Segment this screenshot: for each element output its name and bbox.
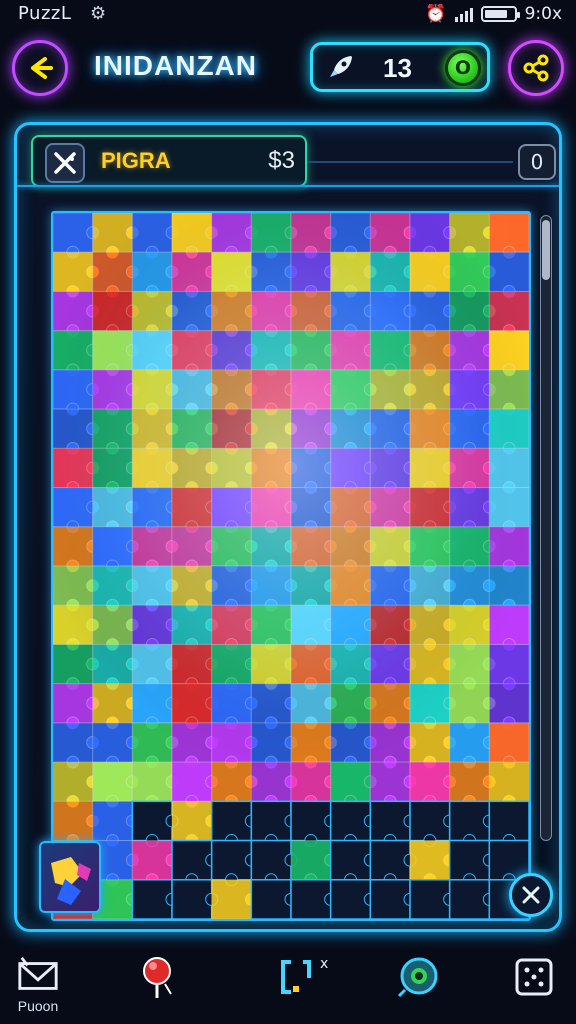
nav-hint-glyph: x: [320, 956, 329, 972]
panel-divider: [17, 185, 559, 187]
puzzle-piece[interactable]: [171, 879, 219, 919]
puzzle-piece[interactable]: [448, 839, 496, 887]
puzzle-piece[interactable]: [290, 800, 338, 848]
close-button[interactable]: [509, 873, 553, 917]
puzzle-piece[interactable]: [250, 839, 298, 887]
puzzle-piece[interactable]: [92, 800, 139, 848]
frame-icon: [281, 960, 311, 994]
puzzle-piece[interactable]: [290, 840, 338, 887]
board-scrollbar[interactable]: [540, 215, 552, 841]
dice-icon: [515, 958, 553, 996]
puzzle-piece-thumbnail: [51, 857, 91, 905]
board-glow-overlay: [53, 213, 529, 773]
puzzle-piece[interactable]: [210, 800, 258, 848]
shuffle-icon: [54, 152, 76, 174]
puzzle-grid[interactable]: [53, 213, 529, 919]
puzzle-piece[interactable]: [448, 879, 496, 919]
move-counter: 13 O: [310, 42, 490, 92]
puzzle-piece[interactable]: [250, 800, 298, 848]
puzzle-piece[interactable]: [53, 800, 100, 848]
puzzle-piece[interactable]: [131, 879, 179, 919]
nav-item-eye[interactable]: [388, 954, 448, 1014]
board-toolbar: PIGRA $3 0: [31, 135, 556, 187]
puzzle-piece[interactable]: [211, 879, 258, 919]
status-time: 9:0x: [524, 4, 562, 24]
puzzle-piece[interactable]: [409, 879, 457, 919]
puzzle-piece[interactable]: [171, 839, 219, 887]
back-button[interactable]: [12, 40, 68, 96]
puzzle-piece[interactable]: [131, 800, 179, 848]
status-app-name: PuzzL: [18, 3, 72, 24]
puzzle-piece[interactable]: [369, 839, 417, 887]
nav-item-dice[interactable]: [504, 954, 564, 1014]
mail-icon: [18, 956, 58, 990]
nav-item-frame[interactable]: x: [268, 954, 328, 1014]
battery-icon: [480, 6, 520, 22]
puzzle-piece[interactable]: [250, 879, 298, 919]
puzzle-piece[interactable]: [290, 879, 338, 919]
back-arrow-icon: [31, 57, 53, 79]
puzzle-piece[interactable]: [329, 800, 377, 848]
bottom-nav: Puoon x: [0, 944, 576, 1024]
puzzle-piece[interactable]: [409, 800, 457, 848]
puzzle-piece[interactable]: [131, 840, 179, 887]
eye-icon: [397, 957, 438, 998]
puzzle-piece[interactable]: [409, 840, 457, 887]
piece-set-price: $3: [268, 147, 295, 174]
share-icon: [523, 54, 549, 82]
rocket-icon: [330, 56, 352, 77]
puzzle-piece[interactable]: [329, 879, 377, 919]
toolbar-divider: [307, 161, 513, 163]
piece-set-name: PIGRA: [101, 148, 171, 173]
nav-label-first: Puoon: [17, 998, 59, 1014]
pieces-count-button[interactable]: 0: [518, 144, 556, 180]
puzzle-piece[interactable]: [448, 800, 496, 848]
counter-value: 13: [383, 53, 412, 83]
puzzle-piece[interactable]: [171, 800, 219, 848]
board-panel: PIGRA $3 0: [14, 122, 562, 932]
nav-item-pin[interactable]: [128, 954, 188, 1014]
piece-tray-item[interactable]: [39, 841, 101, 913]
counter-badge[interactable]: O: [445, 50, 481, 86]
puzzle-piece[interactable]: [488, 800, 529, 848]
scrollbar-thumb[interactable]: [542, 220, 550, 280]
alarm-icon: ⏰: [425, 4, 447, 24]
piece-label-box: PIGRA $3: [31, 135, 307, 187]
puzzle-piece[interactable]: [210, 839, 258, 887]
status-indicators: ⏰ 9:0x: [425, 4, 562, 24]
close-icon: [522, 886, 540, 904]
puzzle-board[interactable]: [51, 211, 531, 921]
puzzle-piece[interactable]: [329, 839, 377, 887]
nav-item-mail[interactable]: Puoon: [8, 954, 68, 1014]
puzzle-piece[interactable]: [369, 800, 417, 848]
status-bar: PuzzL ⚙ ⏰ 9:0x: [0, 0, 576, 30]
settings-icon: ⚙: [90, 3, 107, 24]
share-button[interactable]: [508, 40, 564, 96]
puzzle-piece[interactable]: [369, 879, 417, 919]
page-title: INIDANZAN: [94, 50, 257, 81]
signal-icon: [454, 6, 473, 22]
pin-icon: [143, 957, 172, 998]
shuffle-button[interactable]: [45, 143, 85, 183]
